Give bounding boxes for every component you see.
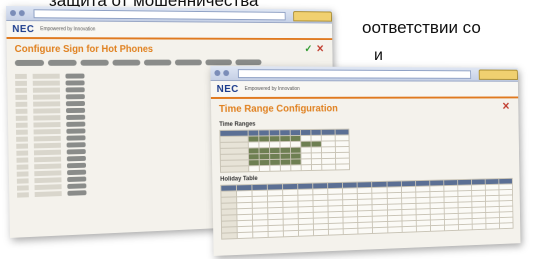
- toolbar-button[interactable]: [205, 59, 232, 66]
- slide-text-line-2: оответствии со: [362, 18, 481, 37]
- row-button[interactable]: [66, 128, 86, 134]
- row-button[interactable]: [67, 176, 87, 183]
- row-button[interactable]: [65, 73, 85, 79]
- section-heading-time-ranges: Time Ranges: [219, 121, 256, 128]
- tagline: Empowered by Innovation: [244, 86, 300, 92]
- row-button[interactable]: [66, 121, 86, 127]
- forward-icon[interactable]: [18, 10, 25, 17]
- toolbar-button[interactable]: [80, 59, 109, 66]
- holiday-table: [220, 178, 514, 240]
- screenshot-front: NEC Empowered by Innovation Time Range C…: [210, 65, 521, 256]
- time-ranges-table: [219, 129, 350, 173]
- app-header: NEC Empowered by Innovation: [6, 20, 333, 41]
- close-icon[interactable]: ✕: [316, 43, 324, 55]
- toolbar-button[interactable]: [235, 59, 262, 66]
- browser-tab[interactable]: [478, 69, 518, 80]
- row-button[interactable]: [67, 183, 87, 189]
- browser-tab[interactable]: [293, 10, 332, 22]
- row-button[interactable]: [66, 162, 87, 169]
- row-button[interactable]: [65, 101, 85, 107]
- toolbar-button[interactable]: [112, 59, 141, 66]
- back-icon[interactable]: [10, 10, 17, 17]
- save-check-icon[interactable]: ✓: [304, 43, 312, 55]
- address-bar[interactable]: [237, 68, 472, 79]
- row-button[interactable]: [65, 94, 85, 100]
- tagline: Empowered by Innovation: [40, 26, 96, 33]
- row-button[interactable]: [66, 142, 86, 148]
- page-title: Configure Sign for Hot Phones: [14, 44, 154, 55]
- row-button[interactable]: [65, 107, 86, 114]
- close-icon[interactable]: ✕: [502, 100, 510, 112]
- nec-logo: NEC: [12, 23, 35, 35]
- toolbar-button[interactable]: [174, 59, 202, 66]
- row-button[interactable]: [66, 135, 86, 141]
- row-button[interactable]: [65, 80, 85, 86]
- toolbar-button[interactable]: [14, 59, 45, 66]
- forward-icon[interactable]: [223, 70, 230, 77]
- row-button[interactable]: [67, 169, 87, 176]
- row-button[interactable]: [65, 87, 85, 93]
- slide-text-line-3: и: [374, 47, 383, 64]
- nec-logo: NEC: [216, 83, 239, 95]
- address-bar[interactable]: [33, 8, 286, 20]
- app-header: NEC Empowered by Innovation: [210, 80, 519, 99]
- row-button[interactable]: [66, 149, 86, 155]
- back-icon[interactable]: [214, 69, 221, 77]
- row-button[interactable]: [66, 114, 86, 120]
- row-button[interactable]: [66, 155, 86, 162]
- page-title: Time Range Configuration: [218, 103, 338, 115]
- toolbar-button[interactable]: [143, 59, 172, 66]
- browser-chrome: [210, 65, 518, 82]
- row-button[interactable]: [67, 190, 87, 196]
- toolbar-button[interactable]: [47, 59, 77, 66]
